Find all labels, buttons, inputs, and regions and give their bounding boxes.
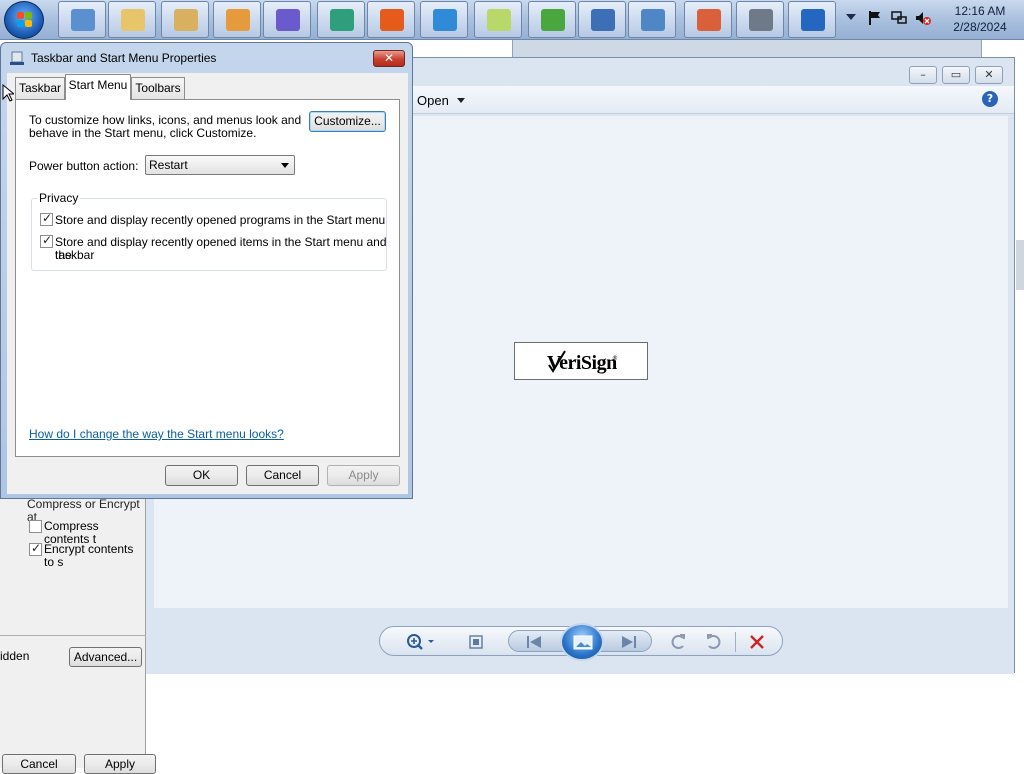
windows-orb-icon xyxy=(541,9,565,31)
compress-checkbox[interactable] xyxy=(29,520,42,533)
zoom-icon[interactable] xyxy=(406,633,438,651)
panel-separator xyxy=(0,635,146,636)
minimize-button[interactable]: – xyxy=(909,66,937,84)
taskbar-properties-dialog: Taskbar and Start Menu Properties ✕ Task… xyxy=(0,42,413,499)
advanced-button[interactable]: Advanced... xyxy=(69,647,142,667)
open-menu[interactable]: Open xyxy=(417,94,449,107)
taskbar-button[interactable] xyxy=(161,1,209,38)
show-hidden-icons-arrow[interactable] xyxy=(846,14,856,20)
server-icon xyxy=(749,9,773,31)
network-icon[interactable] xyxy=(890,9,908,27)
taskbar-button[interactable] xyxy=(58,1,106,38)
help-link[interactable]: How do I change the way the Start menu l… xyxy=(29,428,284,441)
power-button-label: Power button action: xyxy=(29,159,139,173)
visual-studio-icon xyxy=(276,9,300,31)
sticky-notes-icon xyxy=(487,9,511,31)
help-icon xyxy=(801,9,825,31)
background-window-titlebar xyxy=(512,40,982,58)
recent-programs-checkbox[interactable] xyxy=(40,211,53,226)
privacy-heading: Privacy xyxy=(37,191,81,205)
dialog-title: Taskbar and Start Menu Properties xyxy=(31,51,217,65)
cancel-button[interactable]: Cancel xyxy=(246,465,319,486)
recent-items-label-line1: Store and display recently opened items … xyxy=(55,235,387,262)
previous-icon[interactable] xyxy=(525,634,543,650)
wordpad-icon xyxy=(591,9,615,31)
bg-apply-button[interactable]: Apply xyxy=(84,754,156,774)
taskbar-button[interactable] xyxy=(108,1,156,38)
calculator-icon xyxy=(174,9,198,31)
trademark-symbol: ® xyxy=(612,355,618,362)
power-button-value: Restart xyxy=(149,158,188,172)
encrypt-checkbox[interactable] xyxy=(29,541,42,556)
chevron-down-icon xyxy=(281,163,289,168)
taskbar-button[interactable] xyxy=(213,1,261,38)
app-green-icon xyxy=(330,9,354,31)
background-properties-panel: Compress or Encrypt at Compress contents… xyxy=(0,498,156,774)
verisign-wordmark: VeriSign xyxy=(547,352,617,374)
taskbar-button[interactable] xyxy=(788,1,836,38)
folder-icon xyxy=(121,9,145,31)
playback-controls-area xyxy=(146,608,1014,674)
paint-icon xyxy=(697,9,721,31)
system-clock[interactable]: 12:16 AM 2/28/2024 xyxy=(940,3,1020,35)
close-button[interactable]: ✕ xyxy=(975,66,1003,84)
taskbar-button[interactable] xyxy=(317,1,365,38)
hidden-label: idden xyxy=(0,649,30,663)
taskbar-button[interactable] xyxy=(736,1,784,38)
taskbar-button[interactable] xyxy=(420,1,468,38)
delete-icon[interactable] xyxy=(748,633,766,651)
action-center-flag-icon[interactable] xyxy=(866,9,884,27)
tab-toolbars[interactable]: Toolbars xyxy=(131,77,185,99)
verisign-logo: VeriSign ® xyxy=(514,342,648,380)
recent-items-checkbox[interactable] xyxy=(40,233,53,248)
maximize-button[interactable]: ▭ xyxy=(942,66,970,84)
tab-start-menu[interactable]: Start Menu xyxy=(65,74,131,100)
help-icon[interactable]: ? xyxy=(982,91,998,107)
control-bar xyxy=(379,623,783,661)
slideshow-icon xyxy=(573,635,593,650)
clock-date: 2/28/2024 xyxy=(953,20,1007,34)
taskbar-button[interactable] xyxy=(528,1,576,38)
media-player-icon xyxy=(226,9,250,31)
taskbar-button[interactable] xyxy=(578,1,626,38)
recent-programs-label: Store and display recently opened progra… xyxy=(55,213,386,227)
background-scrollbar[interactable] xyxy=(1016,240,1024,290)
slideshow-button[interactable] xyxy=(560,623,604,661)
control-panel-icon xyxy=(71,9,95,31)
start-button[interactable] xyxy=(4,1,44,39)
clock-time: 12:16 AM xyxy=(954,4,1006,18)
open-dropdown-icon[interactable] xyxy=(457,98,465,103)
tab-taskbar[interactable]: Taskbar xyxy=(15,77,65,99)
dialog-close-button[interactable]: ✕ xyxy=(373,50,405,67)
encrypt-label: Encrypt contents to s xyxy=(44,542,134,569)
recent-items-label-line2: taskbar xyxy=(55,248,95,262)
apply-button[interactable]: Apply xyxy=(327,465,400,486)
mouse-cursor-icon xyxy=(2,84,14,102)
start-menu-tab-panel: To customize how links, icons, and menus… xyxy=(15,99,400,457)
actual-size-icon[interactable] xyxy=(468,634,484,650)
taskbar: 12:16 AM 2/28/2024 xyxy=(0,0,1024,40)
taskbar-button[interactable] xyxy=(628,1,676,38)
control-divider xyxy=(735,632,736,652)
firefox-icon xyxy=(380,9,404,31)
windows-flag-icon xyxy=(17,12,33,28)
taskbar-button[interactable] xyxy=(263,1,311,38)
volume-muted-icon[interactable] xyxy=(914,9,932,27)
rotate-clockwise-icon[interactable] xyxy=(704,633,722,651)
intro-text-line2: behave in the Start menu, click Customiz… xyxy=(29,126,257,140)
customize-button[interactable]: Customize... xyxy=(309,111,386,132)
dialog-body: Taskbar Start Menu Toolbars To customize… xyxy=(7,73,408,494)
bg-cancel-button[interactable]: Cancel xyxy=(2,754,76,774)
photo-viewer-icon xyxy=(641,9,665,31)
next-icon[interactable] xyxy=(620,634,638,650)
taskbar-button[interactable] xyxy=(684,1,732,38)
power-button-dropdown[interactable]: Restart xyxy=(145,155,295,175)
rotate-counterclockwise-icon[interactable] xyxy=(670,633,688,651)
taskbar-button[interactable] xyxy=(474,1,522,38)
taskbar-button[interactable] xyxy=(367,1,415,38)
internet-explorer-icon xyxy=(433,9,457,31)
ok-button[interactable]: OK xyxy=(165,465,238,486)
taskbar-properties-icon xyxy=(10,51,24,65)
